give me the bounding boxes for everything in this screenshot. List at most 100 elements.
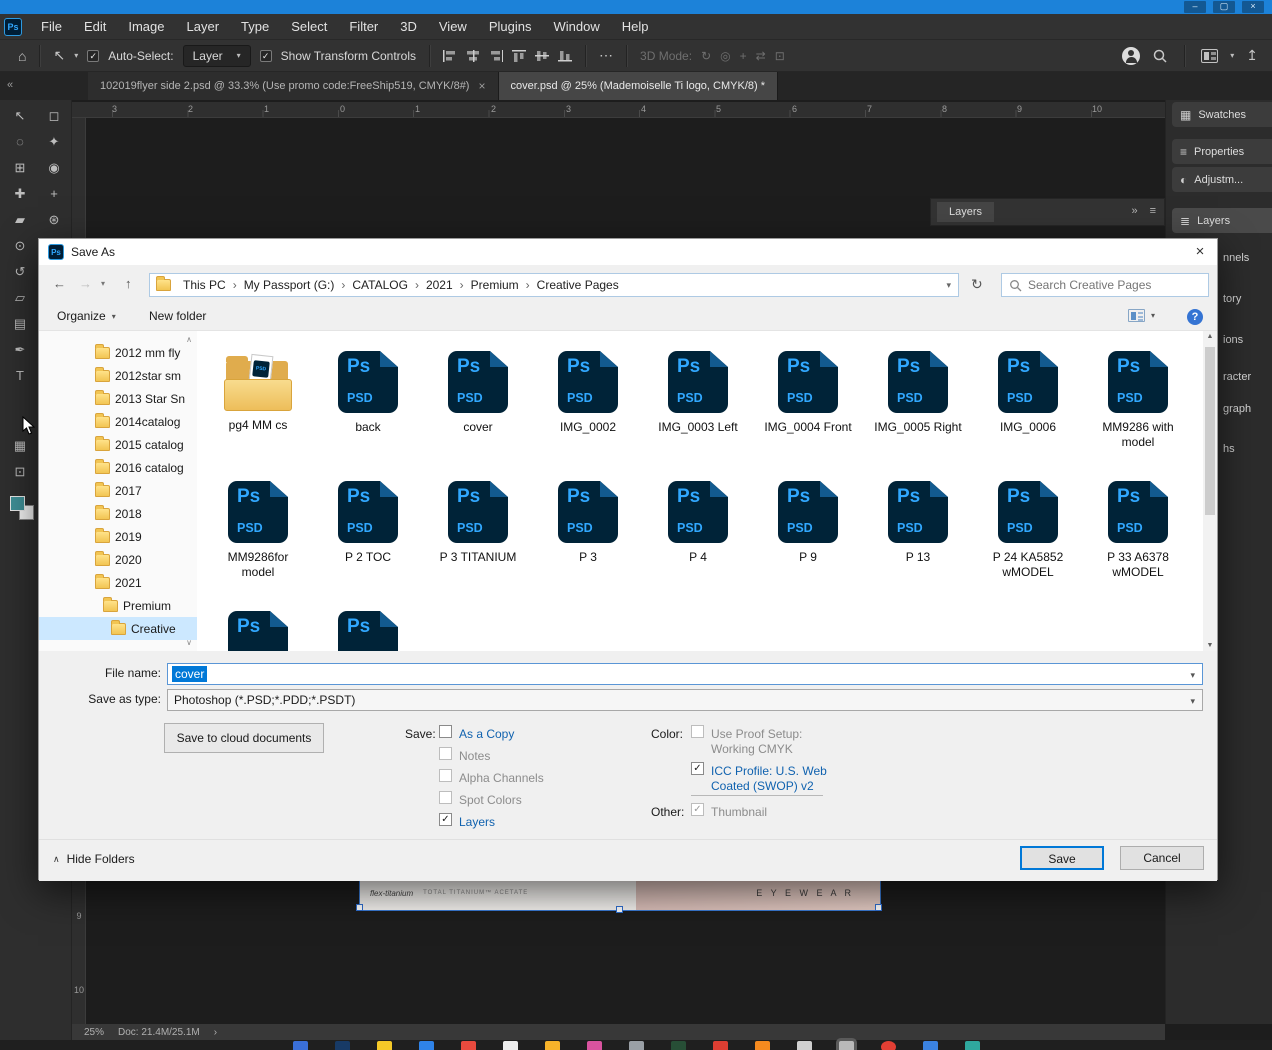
collapse-panel-icon[interactable]: »: [1131, 205, 1137, 217]
taskbar-app-icon[interactable]: [712, 1041, 728, 1050]
breadcrumb-2021[interactable]: 2021: [423, 278, 456, 292]
file-item[interactable]: Ps PSD MM9286for model: [203, 473, 313, 603]
chevron-down-icon[interactable]: ▾: [946, 280, 951, 291]
history-brush-tool[interactable]: ↺: [0, 264, 40, 280]
tree-item[interactable]: 2016 catalog: [39, 456, 197, 479]
refresh-icon[interactable]: ↻: [971, 276, 983, 293]
as-a-copy-label[interactable]: As a Copy: [459, 727, 514, 741]
breadcrumb-creative-pages[interactable]: Creative Pages: [534, 278, 622, 292]
collapse-panels-icon[interactable]: «: [7, 79, 13, 91]
scroll-up-icon[interactable]: ∧: [184, 335, 194, 344]
tree-item-selected[interactable]: Creative: [39, 617, 197, 640]
gradient-tool[interactable]: ▤: [0, 316, 40, 332]
file-item[interactable]: Ps PSD IMG_0005 Right: [863, 343, 973, 473]
file-item[interactable]: Ps PSD IMG_0003 Left: [643, 343, 753, 473]
spot-healing-tool[interactable]: +: [34, 186, 74, 201]
scrollbar-thumb[interactable]: [1205, 347, 1215, 515]
taskbar-app-icon[interactable]: [670, 1041, 686, 1050]
close-icon[interactable]: ×: [1183, 239, 1217, 265]
menu-image[interactable]: Image: [117, 14, 175, 39]
scroll-up-icon[interactable]: ▲: [1203, 333, 1217, 340]
tree-item[interactable]: 2012star sm: [39, 364, 197, 387]
taskbar-app-icon[interactable]: [334, 1041, 350, 1050]
panel-tab-channels[interactable]: nnels: [1223, 252, 1249, 264]
tree-scrollbar[interactable]: ∧ ∨: [184, 335, 194, 647]
transform-handle[interactable]: [616, 906, 623, 913]
file-item[interactable]: Ps PSD P 33 A6378 wMODEL: [1083, 473, 1193, 603]
panel-tab-history[interactable]: tory: [1223, 293, 1241, 305]
file-item[interactable]: Ps PSD back: [313, 343, 423, 473]
menu-layer[interactable]: Layer: [176, 14, 231, 39]
account-avatar-icon[interactable]: [1122, 46, 1141, 65]
zoom-level[interactable]: 25%: [84, 1027, 104, 1038]
align-middle-icon[interactable]: [535, 49, 550, 62]
panel-tab-character[interactable]: racter: [1223, 371, 1251, 383]
cancel-button[interactable]: Cancel: [1120, 846, 1204, 870]
tree-item[interactable]: 2013 Star Sn: [39, 387, 197, 410]
chevron-down-icon[interactable]: ▾: [1151, 311, 1155, 320]
file-item[interactable]: Ps PSD cover: [423, 343, 533, 473]
tab-cover-doc[interactable]: cover.psd @ 25% (Mademoiselle Ti logo, C…: [498, 72, 778, 100]
file-item[interactable]: Ps PSD P 3 TITANIUM: [423, 473, 533, 603]
quick-mask-icon[interactable]: ▦: [0, 438, 40, 454]
align-center-icon[interactable]: [466, 49, 481, 62]
auto-select-dropdown[interactable]: Layer ▾: [182, 44, 251, 67]
menu-window[interactable]: Window: [542, 14, 610, 39]
view-toggle-button[interactable]: ▾: [1127, 309, 1155, 322]
taskbar-app-icon[interactable]: [586, 1041, 602, 1050]
menu-type[interactable]: Type: [230, 14, 280, 39]
taskbar-app-icon[interactable]: [796, 1041, 812, 1050]
auto-select-check[interactable]: ✓: [87, 49, 100, 62]
icc-profile-label[interactable]: ICC Profile: U.S. Web: [711, 764, 827, 778]
file-item[interactable]: Ps PSD P 24 KA5852 wMODEL: [973, 473, 1083, 603]
file-name-input[interactable]: cover ▾: [167, 663, 1203, 685]
address-bar[interactable]: This PC › My Passport (G:) › CATALOG › 2…: [149, 273, 959, 297]
clone-stamp-tool[interactable]: ⊙: [0, 238, 40, 254]
panel-tab-paths[interactable]: hs: [1223, 443, 1235, 455]
screen-mode-icon[interactable]: ⊡: [0, 464, 40, 480]
move-tool-icon[interactable]: ↖: [53, 47, 65, 64]
taskbar-app-icon[interactable]: [964, 1041, 980, 1050]
file-item[interactable]: Ps PSD IMG_0006: [973, 343, 1083, 473]
taskbar-app-icon[interactable]: [754, 1041, 770, 1050]
type-tool[interactable]: T: [0, 368, 40, 383]
up-icon[interactable]: ↑: [125, 276, 132, 291]
panel-menu-icon[interactable]: ≡: [1150, 205, 1156, 217]
file-item[interactable]: Ps PSD P 3: [533, 473, 643, 603]
tab-flyer-doc[interactable]: 102019flyer side 2.psd @ 33.3% (Use prom…: [88, 72, 499, 100]
as-a-copy-checkbox[interactable]: [439, 725, 452, 738]
taskbar-app-icon-active[interactable]: [838, 1041, 854, 1050]
icc-profile-value[interactable]: Coated (SWOP) v2: [711, 779, 814, 793]
save-to-cloud-button[interactable]: Save to cloud documents: [164, 723, 324, 753]
search-input[interactable]: [1028, 278, 1178, 292]
menu-filter[interactable]: Filter: [338, 14, 389, 39]
transform-handle[interactable]: [875, 904, 882, 911]
breadcrumb-this-pc[interactable]: This PC: [180, 278, 229, 292]
transform-handle[interactable]: [356, 904, 363, 911]
eyedropper-tool[interactable]: ◉: [34, 160, 74, 176]
scroll-down-icon[interactable]: ▼: [1203, 642, 1217, 649]
panel-adjustments[interactable]: ◐ Adjustm...: [1172, 167, 1272, 192]
hide-folders-button[interactable]: ∧ Hide Folders: [53, 852, 135, 866]
panel-properties[interactable]: ≡ Properties: [1172, 139, 1272, 164]
taskbar-app-icon[interactable]: [922, 1041, 938, 1050]
chevron-down-icon[interactable]: ▾: [1230, 51, 1234, 60]
search-box[interactable]: [1001, 273, 1209, 297]
chevron-down-icon[interactable]: ▾: [1190, 670, 1195, 681]
tree-item[interactable]: 2018: [39, 502, 197, 525]
stamp-tool[interactable]: ⊛: [34, 212, 74, 228]
taskbar-app-icon[interactable]: [880, 1041, 896, 1050]
workspace-layout-icon[interactable]: [1201, 48, 1219, 63]
new-folder-button[interactable]: New folder: [149, 309, 206, 323]
tree-item[interactable]: 2015 catalog: [39, 433, 197, 456]
taskbar-app-icon[interactable]: [292, 1041, 308, 1050]
show-transform-check[interactable]: ✓: [259, 49, 272, 62]
marquee-tool[interactable]: ◻: [34, 108, 74, 124]
file-item[interactable]: Ps PSD MM9286 with model: [1083, 343, 1193, 473]
save-button[interactable]: Save: [1020, 846, 1104, 870]
search-icon[interactable]: [1152, 48, 1168, 64]
help-button[interactable]: ?: [1187, 309, 1203, 325]
layers-checkbox[interactable]: ✓: [439, 813, 452, 826]
layers-label[interactable]: Layers: [459, 815, 495, 829]
panel-tab-actions[interactable]: ions: [1223, 334, 1243, 346]
